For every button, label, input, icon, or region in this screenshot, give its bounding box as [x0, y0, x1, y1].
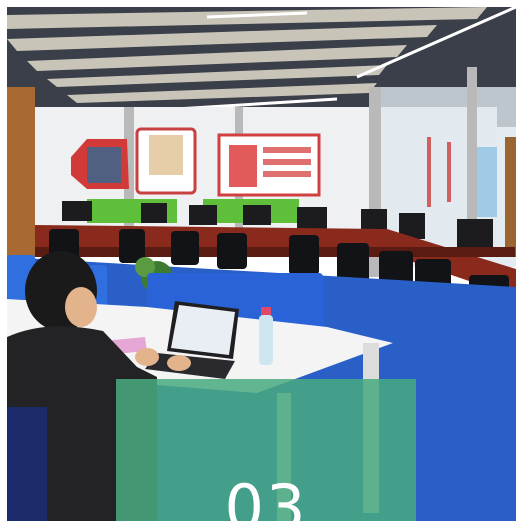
door-frame [505, 137, 516, 257]
desk-front [35, 247, 515, 257]
water-bottle [259, 307, 273, 365]
wood-pillar [7, 87, 35, 257]
person-chair [7, 407, 47, 521]
image-card: 03 [0, 0, 523, 521]
overlay-number: 03 [224, 471, 308, 521]
green-overlay-box: 03 [116, 379, 416, 521]
